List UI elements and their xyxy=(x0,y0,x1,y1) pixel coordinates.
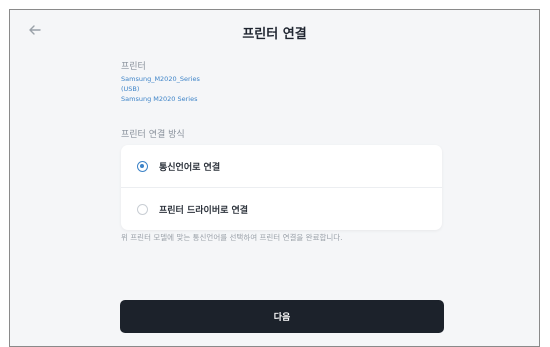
app-window: 프린터 연결 프린터 Samsung_M2020_Series (USB) Sa… xyxy=(9,9,540,347)
option-language-connection[interactable]: 통신언어로 연결 xyxy=(121,145,442,188)
printer-model: Samsung M2020 Series xyxy=(121,95,198,104)
option-label: 프린터 드라이버로 연결 xyxy=(159,205,249,216)
helper-text: 위 프린터 모델에 맞는 통신언어를 선택하여 프린터 연결을 완료합니다. xyxy=(121,233,343,242)
printer-connection: (USB) xyxy=(121,85,140,94)
printer-info: Samsung_M2020_Series (USB) Samsung M2020… xyxy=(121,74,200,105)
page-title: 프린터 연결 xyxy=(242,27,307,42)
option-label: 통신언어로 연결 xyxy=(159,162,221,173)
printer-section-label: 프린터 xyxy=(121,62,146,72)
connection-options-card: 통신언어로 연결 프린터 드라이버로 연결 xyxy=(121,145,442,230)
connection-method-label: 프린터 연결 방식 xyxy=(121,130,185,140)
radio-unchecked-icon[interactable] xyxy=(137,203,148,215)
next-button[interactable]: 다음 xyxy=(120,300,444,333)
printer-name: Samsung_M2020_Series xyxy=(121,75,200,83)
radio-checked-icon[interactable] xyxy=(137,160,148,172)
option-driver-connection[interactable]: 프린터 드라이버로 연결 xyxy=(121,188,442,230)
